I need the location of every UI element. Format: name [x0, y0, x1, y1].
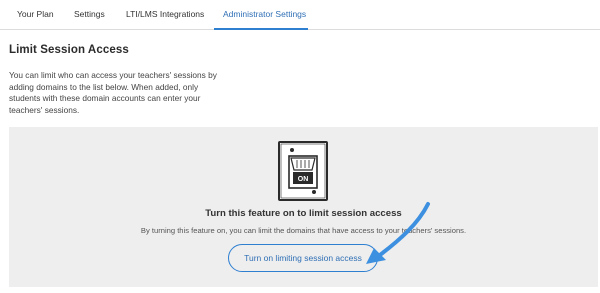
active-tab-indicator [214, 28, 308, 30]
tab-administrator-settings[interactable]: Administrator Settings [223, 9, 306, 19]
switch-on-icon: ON [277, 140, 329, 207]
settings-tab-bar: Your Plan Settings LTI/LMS Integrations … [0, 0, 600, 30]
section-description: You can limit who can access your teache… [9, 70, 217, 115]
turn-on-limiting-button[interactable]: Turn on limiting session access [228, 244, 378, 272]
tab-your-plan[interactable]: Your Plan [17, 9, 54, 19]
feature-title: Turn this feature on to limit session ac… [205, 208, 402, 219]
tab-lti-lms-integrations[interactable]: LTI/LMS Integrations [126, 9, 204, 19]
tab-settings[interactable]: Settings [74, 9, 105, 19]
feature-description: By turning this feature on, you can limi… [140, 226, 467, 235]
section-title: Limit Session Access [9, 44, 129, 56]
callout-arrow-icon [360, 200, 435, 273]
svg-text:ON: ON [298, 176, 309, 183]
